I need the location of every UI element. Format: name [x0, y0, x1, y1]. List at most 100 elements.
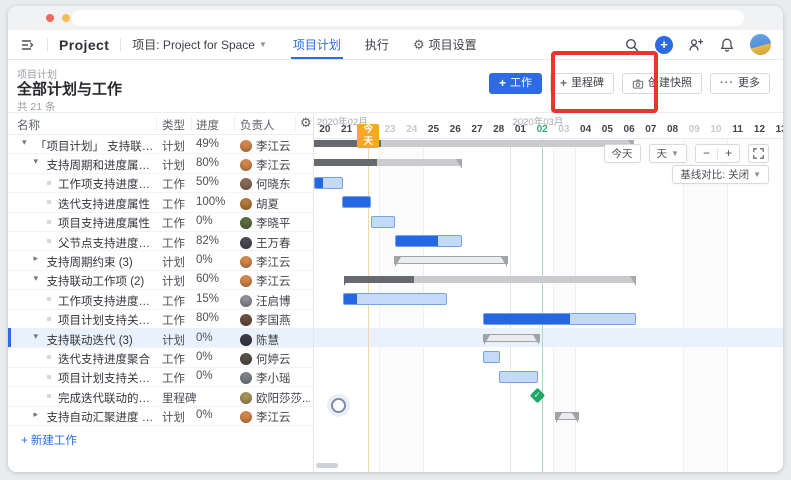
baseline-compare-dropdown[interactable]: 基线对比: 关闭 ▼	[672, 165, 769, 184]
task-owner: 何晓东	[240, 176, 310, 192]
task-type: 里程碑	[162, 390, 197, 406]
day-cell: 08	[662, 124, 684, 137]
gantt-task-bar[interactable]	[343, 293, 447, 305]
chevron-down-icon: ▼	[259, 40, 267, 49]
table-row[interactable]: ▾支持联动迭代 (3)计划0%陈慧	[8, 328, 313, 348]
task-bullet-icon	[47, 375, 51, 379]
milestone-marker[interactable]: ✓	[530, 388, 546, 404]
check-icon: ✓	[534, 392, 541, 400]
task-owner: 李江云	[240, 273, 310, 289]
gantt-task-bar[interactable]	[483, 313, 636, 325]
collapse-icon[interactable]: ▾	[34, 331, 39, 342]
collapse-icon[interactable]: ▾	[22, 137, 27, 148]
gantt-task-bar[interactable]	[314, 177, 343, 189]
gantt-task-bar[interactable]	[499, 371, 538, 383]
gantt-summary-bar[interactable]	[314, 159, 462, 166]
gantt-collapsed-summary-bar[interactable]	[555, 412, 579, 420]
collapse-icon[interactable]: ▾	[34, 156, 39, 167]
table-row[interactable]: ▸支持周期约束 (3)计划0%李江云	[8, 250, 313, 270]
gantt-task-bar[interactable]	[371, 216, 395, 228]
window-minimize-button[interactable]	[62, 14, 70, 22]
browser-window: Project 项目: Project for Space ▼ 项目计划 执行 …	[8, 6, 783, 472]
table-row[interactable]: 项目计划支持关联迭代工作0%李小瑶	[8, 367, 313, 387]
table-row[interactable]: ▾支持周期和进度属性(4)计划80%李江云	[8, 153, 313, 173]
day-cell: 26	[444, 124, 466, 137]
gantt-summary-bar[interactable]	[344, 276, 636, 283]
jump-to-today-button[interactable]: 今天	[604, 144, 641, 163]
tab-project-settings[interactable]: ⚙ 项目设置	[401, 30, 489, 59]
task-progress: 0%	[196, 409, 232, 421]
table-row[interactable]: 工作项支持进度属性工作50%何晓东	[8, 173, 313, 193]
table-row[interactable]: 项目计划支持关联工作项工作80%李国燕	[8, 309, 313, 329]
today-badge: 今天	[357, 124, 379, 148]
more-button[interactable]: ··· 更多	[710, 73, 770, 94]
tab-project-plan[interactable]: 项目计划	[281, 30, 353, 59]
collapse-icon[interactable]: ▾	[34, 273, 39, 284]
gantt-collapsed-summary-bar[interactable]	[394, 256, 508, 264]
tab-execute[interactable]: 执行	[353, 30, 401, 59]
table-row[interactable]: 完成迭代联动的支持里程碑欧阳莎莎...	[8, 386, 313, 406]
bell-icon[interactable]	[719, 37, 735, 53]
grid-line	[727, 138, 728, 472]
create-button[interactable]: +	[655, 36, 673, 54]
task-name: 迭代支持进度属性	[58, 196, 155, 212]
task-type: 计划	[162, 157, 185, 173]
avatar	[240, 140, 252, 152]
task-type: 计划	[162, 254, 185, 270]
task-owner: 李江云	[240, 138, 310, 154]
gantt-task-bar[interactable]	[395, 235, 462, 247]
task-name: 支持周期和进度属性(4)	[47, 157, 156, 173]
plus-icon: +	[499, 74, 506, 93]
task-bullet-icon	[47, 317, 51, 321]
table-row[interactable]: ▸支持自动汇聚进度 (3)计划0%李江云	[8, 406, 313, 426]
zoom-in-button[interactable]: +	[718, 146, 739, 161]
task-bullet-icon	[47, 394, 51, 398]
table-row[interactable]: ▾支持联动工作项 (2)计划60%李江云	[8, 270, 313, 290]
expand-icon	[753, 148, 764, 159]
expand-icon[interactable]: ▸	[34, 253, 39, 264]
table-row[interactable]: 父节点支持进度汇聚工作82%王万春	[8, 231, 313, 251]
sidebar-toggle-icon[interactable]	[20, 37, 36, 53]
gantt-body: ✓	[314, 138, 783, 472]
day-cell: 04	[575, 124, 597, 137]
weekend-column	[705, 138, 727, 472]
project-selector[interactable]: 项目: Project for Space ▼	[132, 36, 267, 53]
table-row[interactable]: 迭代支持进度属性工作100%胡夏	[8, 192, 313, 212]
task-name: 工作项支持进度聚合	[58, 293, 155, 309]
user-avatar[interactable]	[750, 34, 771, 55]
task-bullet-icon	[47, 220, 51, 224]
task-name: 支持联动工作项 (2)	[47, 273, 156, 289]
expand-icon[interactable]: ▸	[34, 409, 39, 420]
avatar	[240, 334, 252, 346]
gantt-task-bar[interactable]	[342, 196, 371, 208]
gantt-timeline-header: 2020年02月2020年03月2021今天232425262728010203…	[314, 113, 783, 139]
task-progress: 15%	[196, 293, 232, 305]
table-row[interactable]: 工作项支持进度聚合工作15%汪启博	[8, 289, 313, 309]
task-owner: 李江云	[240, 157, 310, 173]
task-owner: 欧阳莎莎...	[240, 390, 310, 406]
new-work-link[interactable]: + 新建工作	[21, 432, 77, 448]
task-type: 工作	[162, 196, 185, 212]
task-progress: 49%	[196, 138, 232, 150]
task-type: 工作	[162, 176, 185, 192]
window-close-button[interactable]	[46, 14, 54, 22]
avatar	[240, 353, 252, 365]
time-unit-dropdown[interactable]: 天 ▼	[649, 144, 687, 163]
invite-member-icon[interactable]	[688, 37, 704, 53]
table-row[interactable]: 迭代支持进度聚合工作0%何婷云	[8, 347, 313, 367]
task-progress: 80%	[196, 312, 232, 324]
horizontal-scrollbar[interactable]	[316, 463, 338, 468]
fullscreen-button[interactable]	[748, 144, 769, 163]
day-cell: 今天	[357, 124, 379, 137]
add-work-button[interactable]: + 工作	[489, 73, 542, 94]
task-type: 计划	[162, 138, 185, 154]
table-row[interactable]: 项目支持进度属性工作0%李晓平	[8, 212, 313, 232]
table-row[interactable]: ▾「项目计划」 支持联动迭代和...(5)计划49%李江云	[8, 134, 313, 154]
zoom-out-button[interactable]: −	[696, 146, 717, 161]
avatar	[240, 159, 252, 171]
day-cell: 20	[314, 124, 336, 137]
task-progress: 0%	[196, 254, 232, 266]
gantt-collapsed-summary-bar[interactable]	[483, 334, 540, 342]
address-bar[interactable]	[72, 10, 744, 26]
gantt-task-bar[interactable]	[483, 351, 500, 363]
